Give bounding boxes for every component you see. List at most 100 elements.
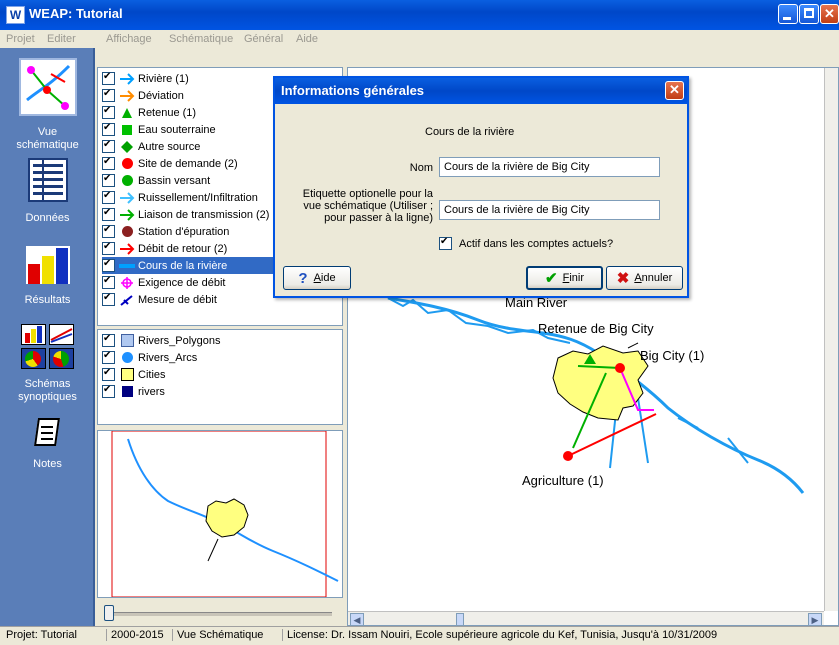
legend-label: Débit de retour (2) [138,242,228,255]
layer-checkbox[interactable] [102,350,115,364]
map-label-reservoir[interactable]: Retenue de Big City [538,321,654,336]
close-icon: ✕ [824,6,835,21]
layer-checkbox[interactable] [102,384,115,398]
help-accel: A [313,272,321,284]
active-checkbox[interactable] [439,236,452,250]
minimize-button[interactable] [778,4,798,24]
layer-item-rivers-polygons[interactable]: Rivers_Polygons [102,332,342,349]
status-project: Projet: Tutorial [6,629,77,641]
legend-label: Liaison de transmission (2) [138,208,270,221]
legend-checkbox[interactable] [102,224,115,238]
cancel-accel: A [634,272,642,284]
legend-checkbox[interactable] [102,88,115,102]
legend-label: Mesure de débit [138,293,217,306]
legend-checkbox[interactable] [102,190,115,204]
nav-notes[interactable]: Notes [0,416,95,471]
legend-label: Bassin versant [138,174,211,187]
help-button[interactable]: ? Aide [283,266,351,290]
menu-projet[interactable]: Projet [6,33,35,45]
menu-general[interactable]: Général [244,33,283,45]
scroll-left-button[interactable]: ◀ [350,613,364,625]
general-info-dialog: Informations générales ✕ Cours de la riv… [273,76,689,298]
legend-label: Rivière (1) [138,72,189,85]
schematic-label-field[interactable]: Cours de la rivière de Big City [439,200,660,220]
legend-label: Déviation [138,89,184,102]
layer-checkbox[interactable] [102,367,115,381]
status-license: License: Dr. Issam Nouiri, Ecole supérie… [282,629,721,641]
legend-checkbox[interactable] [102,156,115,170]
nav-data[interactable]: Données [0,158,95,225]
legend-checkbox[interactable] [102,122,115,136]
legend-checkbox[interactable] [102,275,115,289]
overview-map-canvas [111,431,339,597]
nav-overviews[interactable]: Schémas synoptiques [0,324,95,404]
legend-label: Ruissellement/Infiltration [138,191,258,204]
nav-notes-label: Notes [33,458,62,470]
menu-aide[interactable]: Aide [296,33,318,45]
slider-thumb[interactable] [104,605,114,621]
finish-label: inir [569,272,584,284]
window-title: WEAP: Tutorial [29,6,123,21]
title-bar: W WEAP: Tutorial ✕ [0,0,839,30]
status-view: Vue Schématique [172,629,267,641]
demand-site-dot-icon [119,157,135,170]
menu-editer[interactable]: Editer [47,33,76,45]
runoff-arrow-icon [119,191,135,204]
legend-checkbox[interactable] [102,173,115,187]
nav-results-label: Résultats [24,294,71,306]
legend-label: Exigence de débit [138,276,226,289]
map-vertical-scrollbar[interactable] [824,68,838,611]
finish-button[interactable]: ✔ Finir [526,266,603,290]
legend-checkbox[interactable] [102,207,115,221]
overviews-icon [20,324,75,370]
legend-label: Eau souterraine [138,123,216,136]
river-arrow-icon [119,72,135,85]
scroll-thumb[interactable] [456,613,464,625]
map-label-agriculture[interactable]: Agriculture (1) [522,473,604,488]
reservoir-triangle-icon [119,106,135,119]
legend-checkbox[interactable] [102,71,115,85]
layer-label: Rivers_Polygons [138,334,221,347]
other-source-diamond-icon [119,140,135,153]
legend-checkbox[interactable] [102,139,115,153]
menu-schematique[interactable]: Schématique [169,33,233,45]
legend-label: Cours de la rivière [138,259,228,272]
legend-checkbox[interactable] [102,105,115,119]
river-reach-line-icon [119,259,135,272]
close-icon: ✕ [669,82,680,97]
legend-checkbox[interactable] [102,292,115,306]
nav-data-label: Données [25,212,70,224]
maximize-button[interactable] [799,4,819,24]
check-icon: ✔ [545,270,558,287]
legend-checkbox[interactable] [102,258,115,272]
nav-schematic-label-2: schématique [16,139,79,151]
close-window-button[interactable]: ✕ [820,4,839,24]
menu-affichage[interactable]: Affichage [106,33,152,45]
notes-icon [32,416,64,450]
active-checkbox-row[interactable]: Actif dans les comptes actuels? [439,236,613,250]
nav-results[interactable]: Résultats [0,246,95,307]
layers-panel: Rivers_Polygons Rivers_Arcs Cities river… [97,329,343,425]
layer-item-cities[interactable]: Cities [102,366,342,383]
overview-map[interactable] [97,430,343,598]
scroll-right-button[interactable]: ▶ [808,613,822,625]
nav-schematic-view[interactable]: Vue schématique [0,58,95,152]
layer-label: Cities [138,368,166,381]
cancel-button[interactable]: ✖ Annuler [606,266,683,290]
treatment-dot-icon [119,225,135,238]
zoom-slider[interactable] [100,604,336,622]
layer-label: Rivers_Arcs [138,351,198,364]
layer-item-rivers[interactable]: rivers [102,383,342,400]
dialog-close-button[interactable]: ✕ [665,81,684,100]
nav-overviews-label-2: synoptiques [18,391,77,403]
layer-checkbox[interactable] [102,333,115,347]
map-label-big-city[interactable]: Big City (1) [640,348,704,363]
name-field[interactable]: Cours de la rivière de Big City [439,157,660,177]
dialog-heading: Cours de la rivière [425,126,515,138]
map-horizontal-scrollbar[interactable]: ◀ ▶ [348,611,824,625]
nav-schematic-label-1: Vue [37,126,58,138]
legend-checkbox[interactable] [102,241,115,255]
layer-label: rivers [138,385,165,398]
streamflow-gauge-icon [119,293,135,306]
layer-item-rivers-arcs[interactable]: Rivers_Arcs [102,349,342,366]
